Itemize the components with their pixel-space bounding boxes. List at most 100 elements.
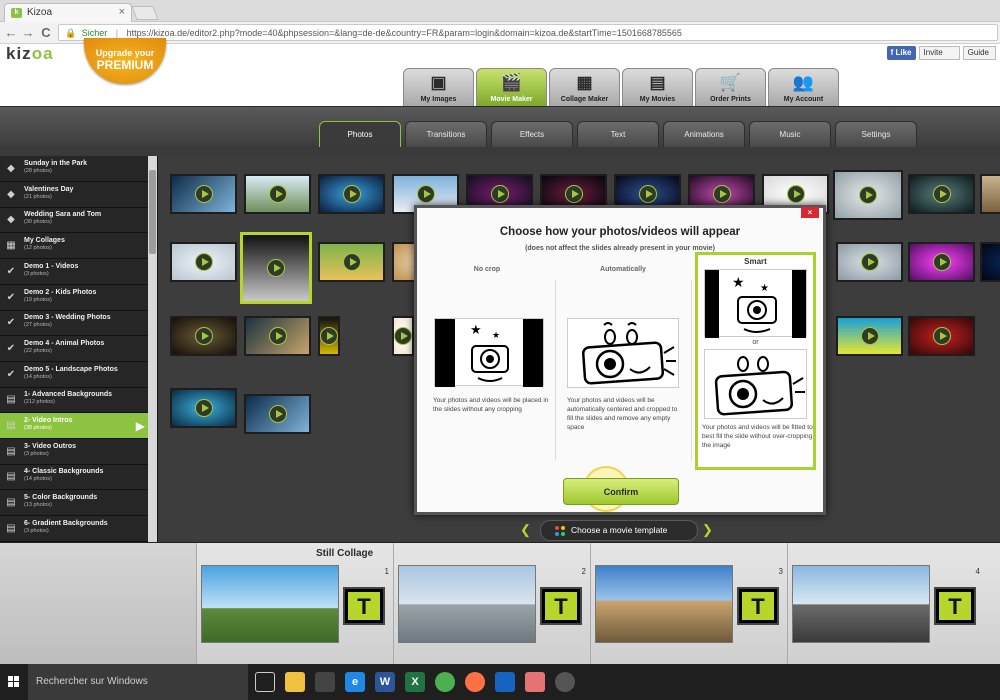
tab-transitions[interactable]: Transitions (405, 121, 487, 147)
play-icon[interactable] (268, 405, 287, 423)
app-icon[interactable] (555, 672, 575, 692)
facebook-like-button[interactable]: f Like (886, 46, 916, 60)
media-thumbnail[interactable] (170, 388, 237, 428)
sidebar-album-item[interactable]: ✔ Demo 5 - Landscape Photos (14 photos) (0, 362, 149, 388)
browser-tab[interactable]: k Kizoa × (4, 3, 132, 22)
task-view-icon[interactable] (255, 672, 275, 692)
timeline-slide[interactable]: 3T (590, 543, 787, 665)
dialog-close-button[interactable]: × (801, 207, 819, 218)
text-slide-button[interactable]: T (934, 587, 976, 625)
sidebar-album-item[interactable]: ✔ Demo 1 - Videos (3 photos) (0, 259, 149, 285)
tab-animations[interactable]: Animations (663, 121, 745, 147)
main-tab-order-prints[interactable]: 🛒 Order Prints (695, 68, 766, 106)
slide-photo[interactable] (201, 565, 339, 643)
sidebar-album-item[interactable]: ▤ 5- Color Backgrounds (13 photos) (0, 490, 149, 517)
media-thumbnail[interactable] (318, 316, 340, 356)
media-thumbnail[interactable] (318, 174, 385, 214)
play-icon[interactable] (932, 253, 951, 271)
media-thumbnail[interactable] (170, 174, 237, 214)
tab-settings[interactable]: Settings (835, 121, 917, 147)
upgrade-premium-button[interactable]: Upgrade your PREMIUM (84, 38, 166, 84)
text-slide-button[interactable]: T (540, 587, 582, 625)
play-icon[interactable] (320, 327, 338, 345)
play-icon[interactable] (860, 327, 879, 345)
sidebar-album-item[interactable]: ▤ 3- Video Outros (3 photos) (0, 439, 149, 465)
media-thumbnail[interactable] (980, 174, 1000, 214)
slide-photo[interactable] (398, 565, 536, 643)
play-icon[interactable] (860, 253, 879, 271)
text-slide-button[interactable]: T (737, 587, 779, 625)
paint-icon[interactable] (525, 672, 545, 692)
media-thumbnail[interactable] (392, 316, 414, 356)
sidebar-album-item[interactable]: ▤ 1- Advanced Backgrounds (212 photos) (0, 387, 149, 414)
text-slide-button[interactable]: T (343, 587, 385, 625)
sidebar-album-item[interactable]: ◆ Sunday in the Park (28 photos) (0, 156, 149, 182)
timeline-slide[interactable]: 1T (196, 543, 393, 665)
firefox-icon[interactable] (465, 672, 485, 692)
timeline-slide[interactable]: 2T (393, 543, 590, 665)
play-icon[interactable] (786, 185, 805, 203)
sidebar-album-item[interactable]: ▤ 6- Gradient Backgrounds (3 photos) (0, 516, 149, 542)
media-thumbnail[interactable] (908, 316, 975, 356)
chrome-icon[interactable] (435, 672, 455, 692)
store-icon[interactable] (315, 672, 335, 692)
play-icon[interactable] (712, 185, 731, 203)
tab-effects[interactable]: Effects (491, 121, 573, 147)
windows-start-icon[interactable] (0, 664, 28, 700)
play-icon[interactable] (638, 185, 657, 203)
media-thumbnail[interactable] (240, 232, 312, 304)
tab-close-icon[interactable]: × (119, 6, 125, 18)
sidebar-scrollbar[interactable] (148, 156, 157, 542)
play-icon[interactable] (194, 185, 213, 203)
tab-text[interactable]: Text (577, 121, 659, 147)
word-icon[interactable]: W (375, 672, 395, 692)
media-thumbnail[interactable] (170, 242, 237, 282)
main-tab-movie-maker[interactable]: 🎬 Movie Maker (476, 68, 547, 106)
file-explorer-icon[interactable] (285, 672, 305, 692)
option-no-crop[interactable]: No crop ★ ★ Your photos and videos will b… (417, 260, 557, 470)
media-thumbnail[interactable] (833, 170, 903, 220)
play-icon[interactable] (268, 185, 287, 203)
tab-music[interactable]: Music (749, 121, 831, 147)
edge-icon[interactable]: e (345, 672, 365, 692)
play-icon[interactable] (194, 253, 213, 271)
slide-photo[interactable] (595, 565, 733, 643)
play-icon[interactable] (932, 185, 951, 203)
media-thumbnail[interactable] (244, 394, 311, 434)
play-icon[interactable] (267, 259, 285, 277)
choose-template-button[interactable]: Choose a movie template (540, 520, 698, 541)
confirm-button[interactable]: Confirm (563, 478, 679, 505)
play-icon[interactable] (416, 185, 435, 203)
play-icon[interactable] (932, 327, 951, 345)
play-icon[interactable] (194, 399, 213, 417)
url-input[interactable]: 🔒 Sicher | https://kizoa.de/editor2.php?… (58, 24, 998, 41)
sidebar-album-item[interactable]: ✔ Demo 3 - Wedding Photos (27 photos) (0, 310, 149, 337)
main-tab-my-account[interactable]: 👥 My Account (768, 68, 839, 106)
forward-arrow-icon[interactable]: → (21, 25, 35, 40)
option-smart[interactable]: Smart ★ ★ or Your photos and videos will… (695, 252, 816, 470)
main-tab-collage-maker[interactable]: ▦ Collage Maker (549, 68, 620, 106)
sidebar-album-item[interactable]: ◆ Wedding Sara and Tom (30 photos) (0, 207, 149, 234)
slide-photo[interactable] (792, 565, 930, 643)
sidebar-album-item[interactable]: ▤ 2- Video Intros (38 photos) ▶ (0, 413, 149, 439)
media-thumbnail[interactable] (908, 174, 975, 214)
sidebar-album-item[interactable]: ▦ My Collages (12 photos) (0, 233, 149, 260)
media-thumbnail[interactable] (244, 316, 311, 356)
play-icon[interactable] (859, 186, 877, 204)
option-automatically[interactable]: Automatically Your photos and videos wil… (555, 260, 691, 470)
dropbox-icon[interactable] (495, 672, 515, 692)
sidebar-album-item[interactable]: ◆ Valentines Day (21 photos) (0, 182, 149, 208)
kizoa-logo[interactable]: kizoa (6, 44, 54, 64)
timeline-slide[interactable]: 4T (787, 543, 984, 665)
sidebar-album-item[interactable]: ✔ Demo 4 - Animal Photos (22 photos) (0, 336, 149, 362)
sidebar-scroll-thumb[interactable] (149, 170, 156, 254)
media-thumbnail[interactable] (244, 174, 311, 214)
media-thumbnail[interactable] (318, 242, 385, 282)
play-icon[interactable] (342, 185, 361, 203)
media-thumbnail[interactable] (908, 242, 975, 282)
guide-button[interactable]: Guide (962, 46, 996, 60)
play-icon[interactable] (394, 327, 412, 345)
main-tab-my-movies[interactable]: ▤ My Movies (622, 68, 693, 106)
play-icon[interactable] (564, 185, 583, 203)
play-icon[interactable] (342, 253, 361, 271)
